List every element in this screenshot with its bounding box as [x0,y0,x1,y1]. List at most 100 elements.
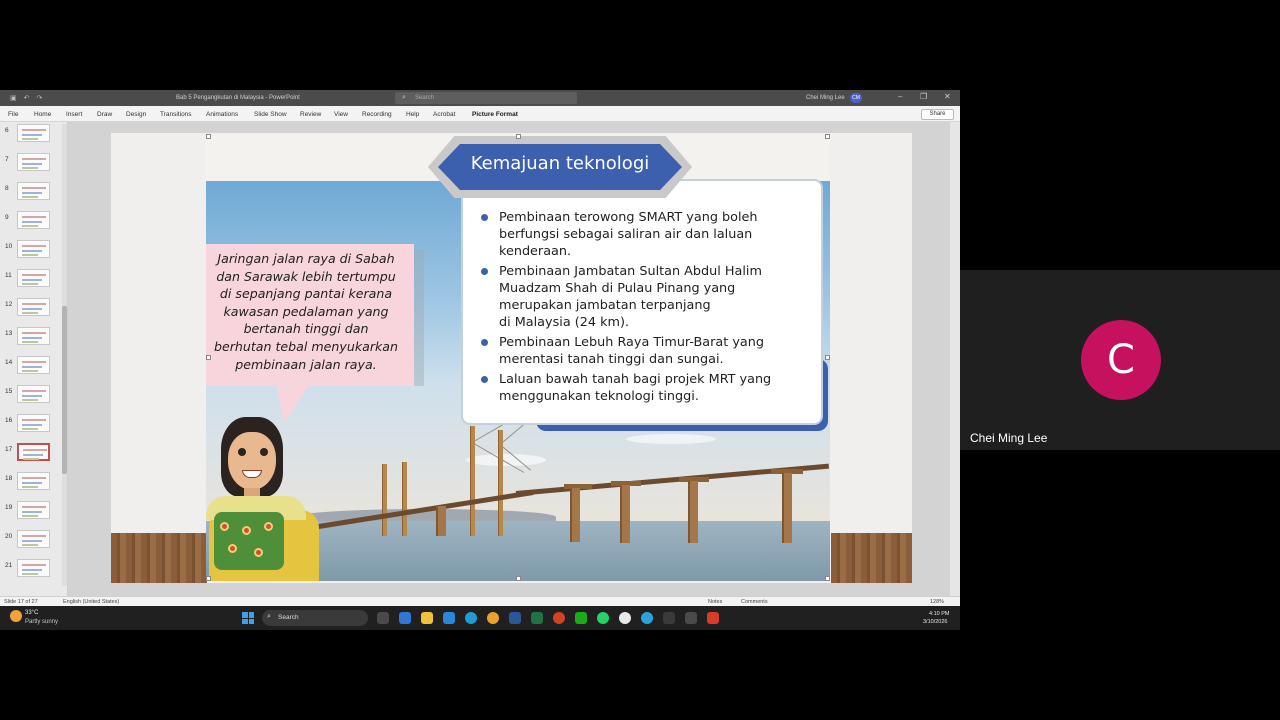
tab-acrobat[interactable]: Acrobat [433,111,455,118]
tab-help[interactable]: Help [406,111,419,118]
slide-title[interactable]: Kemajuan teknologi [438,153,682,174]
tab-transitions[interactable]: Transitions [160,111,192,118]
clock-time[interactable]: 4:10 PM [929,611,949,617]
excel-icon[interactable] [531,612,543,624]
slide-number: 16 [5,417,13,424]
comments-button[interactable]: Comments [741,599,768,605]
speech-bubble: Jaringan jalan raya di Sabah dan Sarawak… [206,244,424,422]
tab-review[interactable]: Review [300,111,321,118]
slide-number: 7 [5,156,9,163]
word-icon[interactable] [509,612,521,624]
thumbnail-scrollbar-thumb[interactable] [62,306,67,474]
slide-preview [17,240,50,258]
tab-draw[interactable]: Draw [97,111,112,118]
minimize-icon[interactable]: – [898,92,902,101]
wechat-icon[interactable] [575,612,587,624]
status-bar: Slide 17 of 27 English (United States) N… [0,596,960,606]
store-icon[interactable] [443,612,455,624]
save-icon[interactable]: ▣ [10,94,17,102]
app-icon[interactable] [619,612,631,624]
selection-handle[interactable] [825,355,830,360]
slide-preview [17,501,50,519]
app-icon[interactable] [685,612,697,624]
chrome-icon[interactable] [487,612,499,624]
slide-thumbnail-pane: 6 7 8 9 10 11 12 13 14 15 16 17 18 19 20… [0,122,68,596]
clock-date[interactable]: 3/10/2026 [923,619,947,625]
tab-insert[interactable]: Insert [66,111,82,118]
slide-thumbnail[interactable]: 19 [0,501,60,525]
slide-thumbnail[interactable]: 10 [0,240,60,264]
file-explorer-icon[interactable] [421,612,433,624]
app-icon[interactable] [663,612,675,624]
slide-thumbnail[interactable]: 6 [0,124,60,148]
tab-picture-format[interactable]: Picture Format [472,111,518,118]
participant-avatar: C [1081,320,1161,400]
tab-recording[interactable]: Recording [362,111,392,118]
selection-handle[interactable] [516,576,521,581]
title-search-box[interactable]: ⌕ Search [395,92,577,104]
tab-view[interactable]: View [334,111,348,118]
undo-icon[interactable]: ↶ [24,94,30,102]
slide-thumbnail[interactable]: 8 [0,182,60,206]
document-title: Bab 5 Pengangkutan di Malaysia - PowerPo… [176,95,300,101]
slide-preview [17,182,50,200]
slide-preview [17,443,50,461]
slide-thumbnail[interactable]: 16 [0,414,60,438]
account-avatar[interactable]: CM [850,93,862,103]
zoom-level[interactable]: 128% [930,599,944,605]
task-view-icon[interactable] [377,612,389,624]
share-button[interactable]: Share [921,109,954,120]
bullet-textbox[interactable]: Pembinaan terowong SMART yang boleh berfu… [461,179,823,425]
search-icon: ⌕ [267,613,271,620]
slide-thumbnail[interactable]: 21 [0,559,60,583]
weather-sun-icon[interactable] [10,610,22,622]
tab-file[interactable]: File [8,111,18,118]
tab-home[interactable]: Home [34,111,51,118]
selection-handle[interactable] [516,134,521,139]
slide-thumbnail[interactable]: 14 [0,356,60,380]
participant-tile[interactable]: C Chei Ming Lee [960,270,1280,450]
weather-description[interactable]: Partly sunny [25,619,58,625]
tab-animations[interactable]: Animations [206,111,238,118]
slide-thumbnail[interactable]: 15 [0,385,60,409]
slide-preview [17,124,50,142]
slide-number: 9 [5,214,9,221]
edge-icon[interactable] [465,612,477,624]
restore-icon[interactable]: ❐ [920,92,927,101]
selection-handle[interactable] [206,576,211,581]
tab-slide-show[interactable]: Slide Show [254,111,287,118]
close-icon[interactable]: ✕ [944,92,951,101]
taskbar-search[interactable]: ⌕ Search [262,610,368,626]
slide-thumbnail-active[interactable]: 17 [0,443,60,467]
selection-handle[interactable] [825,134,830,139]
tab-design[interactable]: Design [126,111,146,118]
slide-thumbnail[interactable]: 11 [0,269,60,293]
slide-thumbnail[interactable]: 12 [0,298,60,322]
account-user-name[interactable]: Chei Ming Lee [806,95,845,101]
slide-thumbnail[interactable]: 9 [0,211,60,235]
speech-line: Jaringan jalan raya di Sabah [217,251,395,266]
weather-temperature[interactable]: 33°C [25,610,38,616]
selection-handle[interactable] [206,134,211,139]
selection-handle[interactable] [206,355,211,360]
slide-thumbnail[interactable]: 18 [0,472,60,496]
slide-thumbnail[interactable]: 7 [0,153,60,177]
slide-number: 21 [5,562,13,569]
wood-floor-left [111,533,207,583]
selection-handle[interactable] [825,576,830,581]
redo-icon[interactable]: ↷ [37,94,43,102]
current-slide[interactable]: Jaringan jalan raya di Sabah dan Sarawak… [206,134,830,581]
slide-preview [17,559,50,577]
whatsapp-icon[interactable] [597,612,609,624]
language-indicator[interactable]: English (United States) [63,599,119,605]
app-icon[interactable] [707,612,719,624]
telegram-icon[interactable] [641,612,653,624]
slide-number: 6 [5,127,9,134]
notes-button[interactable]: Notes [708,599,722,605]
slide-preview [17,327,50,345]
slide-thumbnail[interactable]: 20 [0,530,60,554]
windows-start-icon[interactable] [242,612,254,624]
slide-thumbnail[interactable]: 13 [0,327,60,351]
powerpoint-icon[interactable] [553,612,565,624]
widgets-icon[interactable] [399,612,411,624]
